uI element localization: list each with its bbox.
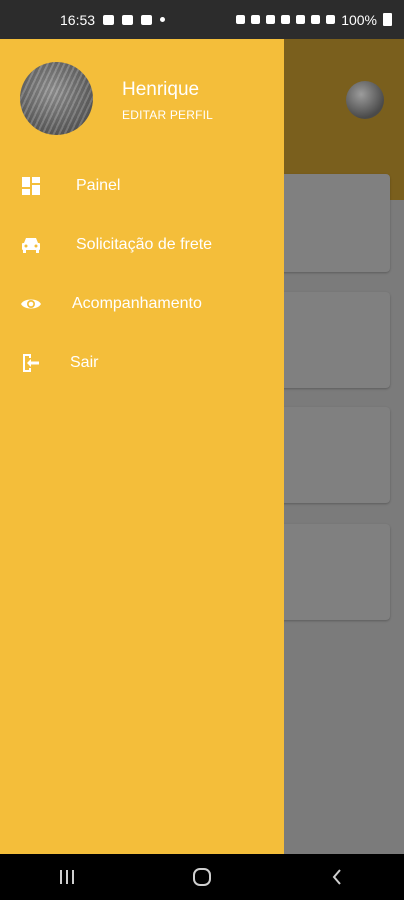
eye-icon — [20, 293, 42, 315]
alarm-icon — [251, 15, 261, 24]
menu-item-acompanhamento[interactable]: Acompanhamento — [0, 276, 284, 332]
image-icon — [122, 14, 134, 25]
profile-avatar[interactable] — [20, 62, 93, 135]
battery-icon — [383, 13, 392, 26]
status-right: 100% — [236, 0, 392, 39]
cloud-icon — [103, 14, 115, 25]
edit-profile-link[interactable]: EDITAR PERFIL — [122, 108, 213, 122]
lock-icon — [236, 15, 246, 24]
home-button[interactable] — [172, 854, 232, 900]
status-time: 16:53 — [60, 11, 96, 28]
mute-icon — [266, 15, 276, 24]
menu-label-painel: Painel — [76, 177, 121, 194]
menu-label-solicitacao-de-frete: Solicitação de frete — [76, 236, 213, 253]
dot-icon — [160, 17, 166, 22]
recents-icon — [60, 870, 75, 884]
battery-percent: 100% — [341, 11, 377, 28]
profile-name: Henrique — [122, 79, 200, 100]
menu-label-sair: Sair — [70, 354, 99, 371]
car-icon — [20, 234, 42, 256]
signal2-icon — [326, 15, 336, 24]
signal-icon — [311, 15, 321, 24]
navigation-bar — [0, 854, 404, 900]
status-left: 16:53 — [60, 0, 166, 39]
wifi-icon — [296, 15, 306, 24]
background-avatar[interactable] — [346, 81, 384, 119]
dashboard-icon — [20, 175, 42, 197]
menu-item-sair[interactable]: Sair — [0, 335, 284, 391]
email-icon — [141, 14, 153, 25]
menu-item-solicitacao-de-frete[interactable]: Solicitação de frete — [0, 217, 284, 273]
home-icon — [192, 868, 211, 886]
back-button[interactable] — [307, 854, 367, 900]
navigation-drawer: Henrique EDITAR PERFIL Painel Solicitaçã… — [0, 39, 284, 854]
location-icon — [281, 15, 291, 24]
menu-item-painel[interactable]: Painel — [0, 158, 284, 214]
status-bar: 16:53 100% — [0, 0, 404, 39]
back-icon — [332, 869, 341, 885]
logout-icon — [20, 352, 42, 374]
recents-button[interactable] — [37, 854, 97, 900]
menu-label-acompanhamento: Acompanhamento — [72, 295, 202, 312]
